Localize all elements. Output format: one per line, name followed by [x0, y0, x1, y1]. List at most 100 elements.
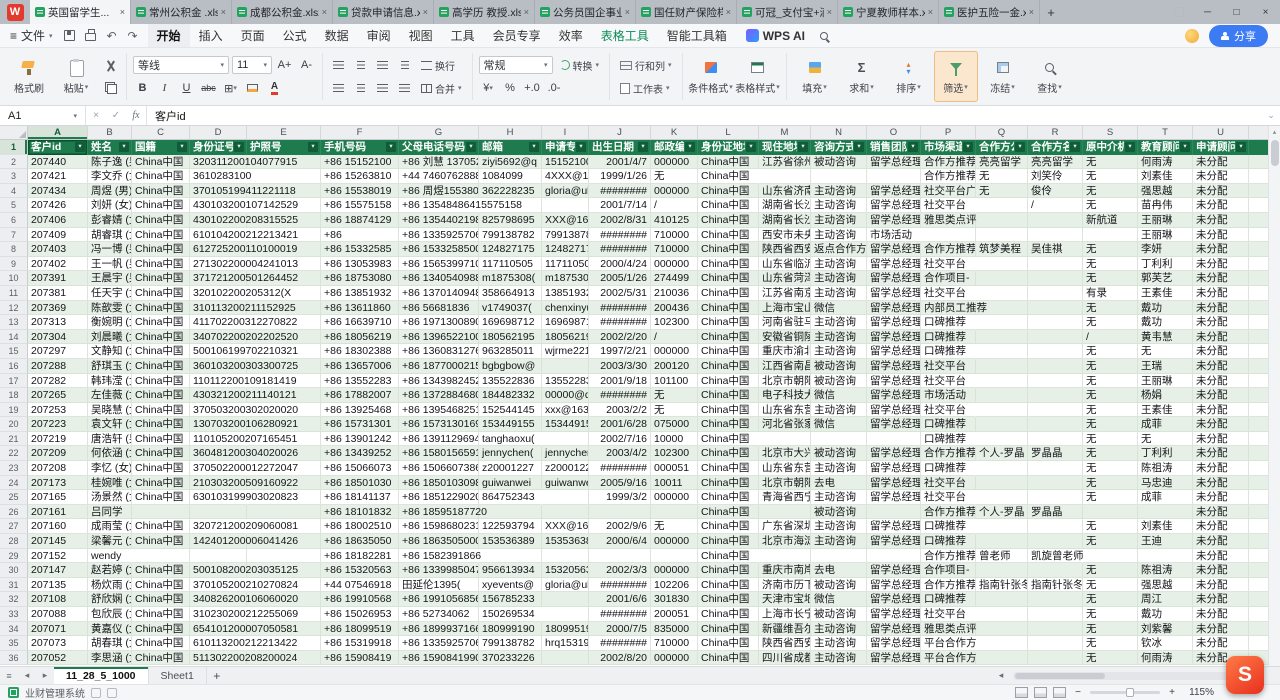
member-icon[interactable] [1185, 29, 1199, 43]
cell[interactable]: 胡睿琪 (女 [88, 228, 132, 243]
cell[interactable]: 207304 [28, 330, 88, 345]
header-cell[interactable]: 合作方公司▾ [976, 140, 1028, 155]
cell[interactable]: 无 [1083, 315, 1138, 330]
cell[interactable]: +86 1573130169 [399, 417, 479, 432]
cell[interactable]: 无 [976, 184, 1028, 199]
cell[interactable] [1138, 505, 1193, 520]
cell[interactable]: 无 [1083, 403, 1138, 418]
conditional-format-button[interactable]: 条件格式▾ [689, 51, 733, 102]
cell[interactable]: 西安市未央 [759, 228, 811, 243]
cell[interactable]: China中国 [132, 534, 190, 549]
scroll-up-icon[interactable]: ▴ [1269, 126, 1280, 138]
column-header[interactable]: K [651, 126, 698, 139]
align-top-button[interactable] [329, 56, 348, 74]
cell[interactable]: 北京市朝阳 [759, 476, 811, 491]
cell[interactable]: 留学总经理 [867, 344, 921, 359]
cell[interactable]: 2005/9/16 [589, 476, 651, 491]
menu-tab[interactable]: 审阅 [358, 24, 400, 47]
cell[interactable]: +86 15319918 [321, 636, 399, 651]
cell[interactable]: China中国 [132, 592, 190, 607]
filter-button-icon[interactable]: ▾ [1180, 142, 1190, 152]
cell[interactable]: China中国 [698, 388, 759, 403]
cell[interactable]: 李文乔 (女 [88, 169, 132, 184]
cell[interactable] [811, 432, 867, 447]
cell[interactable] [921, 228, 976, 243]
cell[interactable]: 李忆 (女) [88, 461, 132, 476]
cut-button[interactable] [101, 57, 120, 75]
cell[interactable]: 未分配 [1193, 519, 1249, 534]
cell[interactable]: 留学总经理 [867, 374, 921, 389]
cell[interactable]: 无 [1083, 461, 1138, 476]
cell[interactable]: 2003/2/2 [589, 403, 651, 418]
cell[interactable] [1028, 417, 1083, 432]
cell[interactable]: +86 15575158 [321, 198, 399, 213]
cell[interactable]: 310230200212255069 [190, 607, 247, 622]
cell[interactable]: 未分配 [1193, 374, 1249, 389]
row-number[interactable]: 15 [0, 344, 28, 359]
fill-button[interactable]: 填充▾ [793, 51, 837, 102]
cell[interactable]: 963285011 [479, 344, 542, 359]
cell[interactable]: wjrme221( [542, 344, 589, 359]
cell[interactable]: 新航道 [1083, 213, 1138, 228]
cell[interactable]: 无 [1083, 432, 1138, 447]
doc-tab[interactable]: 公务员国企事业单...× [535, 0, 636, 24]
cell[interactable]: 未分配 [1193, 286, 1249, 301]
cell[interactable]: 207406 [28, 213, 88, 228]
header-cell[interactable]: 客户id▾ [28, 140, 88, 155]
cell[interactable] [976, 490, 1028, 505]
cell[interactable]: +86 1360831276 [399, 344, 479, 359]
cell[interactable]: China中国 [132, 476, 190, 491]
cell[interactable] [867, 169, 921, 184]
filter-button-icon[interactable]: ▾ [234, 142, 244, 152]
cell[interactable]: +86 15908419 [321, 651, 399, 666]
cell[interactable]: 主动咨询 [811, 184, 867, 199]
cell[interactable] [651, 549, 698, 564]
cell[interactable]: 合作方推荐 [921, 578, 976, 593]
cell[interactable]: +86 周煜155380 [399, 184, 479, 199]
cell[interactable]: 无 [1083, 417, 1138, 432]
cell[interactable]: 075000 [651, 417, 698, 432]
cell[interactable]: +86 18753080 [321, 271, 399, 286]
cell[interactable]: China中国 [698, 622, 759, 637]
cell[interactable]: 835000 [651, 622, 698, 637]
cell[interactable] [976, 651, 1028, 666]
cell[interactable]: 207391 [28, 271, 88, 286]
cell[interactable]: 371721200501264452 [190, 271, 247, 286]
cell[interactable]: 102206 [651, 578, 698, 593]
cell[interactable]: 117110505( [542, 257, 589, 272]
cell[interactable]: 210303200509160922 [190, 476, 247, 491]
header-cell[interactable]: 国籍▾ [132, 140, 190, 155]
cell[interactable]: 留学总经理 [867, 155, 921, 170]
cell[interactable]: 000000 [651, 344, 698, 359]
cell[interactable]: 000000 [651, 184, 698, 199]
cell[interactable]: China中国 [132, 155, 190, 170]
column-header[interactable]: C [132, 126, 190, 139]
cell[interactable]: 207409 [28, 228, 88, 243]
cell[interactable]: 雅思类点评 [921, 622, 976, 637]
cell[interactable]: 207288 [28, 359, 88, 374]
zoom-slider-thumb[interactable] [1126, 688, 1134, 697]
cell[interactable]: 未分配 [1193, 228, 1249, 243]
cell[interactable] [976, 403, 1028, 418]
cell[interactable] [1028, 344, 1083, 359]
cell[interactable]: 江苏省南京 [759, 286, 811, 301]
row-number[interactable]: 4 [0, 184, 28, 199]
cell[interactable] [589, 505, 651, 520]
cell[interactable]: 207209 [28, 446, 88, 461]
maximize-button[interactable]: □ [1222, 0, 1251, 24]
cell[interactable]: China中国 [132, 169, 190, 184]
cell[interactable] [1028, 519, 1083, 534]
cell[interactable]: 主动咨询 [811, 519, 867, 534]
cell[interactable]: 成雨莹 (女 [88, 519, 132, 534]
row-number[interactable]: 26 [0, 505, 28, 520]
filter-button-icon[interactable]: ▾ [685, 142, 695, 152]
status-tool-icon[interactable] [107, 688, 117, 698]
cell[interactable]: 2005/1/26 [589, 271, 651, 286]
cell[interactable]: 去电 [811, 476, 867, 491]
row-number[interactable]: 27 [0, 519, 28, 534]
cell[interactable] [976, 330, 1028, 345]
cell[interactable]: China中国 [132, 607, 190, 622]
cell[interactable]: China中国 [132, 301, 190, 316]
page-layout-view-icon[interactable] [1034, 687, 1047, 698]
zoom-level[interactable]: 115% [1184, 687, 1214, 698]
